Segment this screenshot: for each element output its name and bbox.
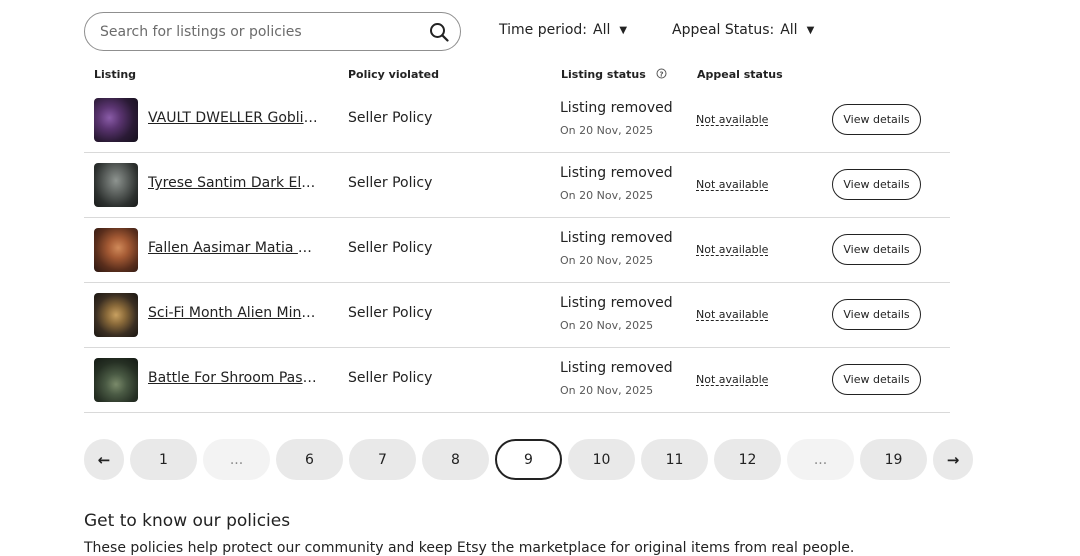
listing-status: Listing removed bbox=[560, 295, 673, 311]
appeal-status: Not available bbox=[696, 308, 769, 321]
appeal-status-filter[interactable]: Appeal Status: All ▼ bbox=[672, 22, 814, 38]
appeal-status: Not available bbox=[696, 243, 769, 256]
search-input[interactable] bbox=[100, 13, 420, 50]
view-details-button[interactable]: View details bbox=[832, 299, 921, 330]
view-details-button[interactable]: View details bbox=[832, 234, 921, 265]
appeal-status: Not available bbox=[696, 113, 769, 126]
table-row: Battle For Shroom Pass ... Seller Policy… bbox=[84, 348, 950, 413]
appeal-status-value: All bbox=[780, 22, 798, 38]
listing-title-link[interactable]: Sci-Fi Month Alien Minia... bbox=[148, 305, 318, 321]
page-button-1[interactable]: 1 bbox=[130, 439, 197, 480]
listing-status: Listing removed bbox=[560, 165, 673, 181]
page-ellipsis: ... bbox=[787, 439, 854, 480]
page-button-12[interactable]: 12 bbox=[714, 439, 781, 480]
status-date: On 20 Nov, 2025 bbox=[560, 319, 654, 332]
policy-violated: Seller Policy bbox=[348, 110, 433, 126]
status-date: On 20 Nov, 2025 bbox=[560, 189, 654, 202]
pagination-prev-button[interactable]: ← bbox=[84, 439, 124, 480]
listing-title-link[interactable]: Fallen Aasimar Matia Ka... bbox=[148, 240, 318, 256]
column-header-policy: Policy violated bbox=[348, 68, 439, 81]
arrow-left-icon: ← bbox=[97, 450, 111, 469]
table-row: Fallen Aasimar Matia Ka... Seller Policy… bbox=[84, 218, 950, 283]
svg-text:?: ? bbox=[659, 70, 663, 78]
listing-thumbnail[interactable] bbox=[94, 293, 138, 337]
table-row: Sci-Fi Month Alien Minia... Seller Polic… bbox=[84, 283, 950, 348]
policies-heading: Get to know our policies bbox=[84, 511, 291, 531]
listing-title-link[interactable]: VAULT DWELLER Goblin ... bbox=[148, 110, 318, 126]
time-period-value: All bbox=[593, 22, 611, 38]
listing-thumbnail[interactable] bbox=[94, 163, 138, 207]
column-header-appeal: Appeal status bbox=[697, 68, 783, 81]
caret-down-icon: ▼ bbox=[806, 24, 815, 36]
table-row: VAULT DWELLER Goblin ... Seller Policy L… bbox=[84, 88, 950, 153]
time-period-label: Time period: bbox=[499, 22, 588, 38]
page-button-8[interactable]: 8 bbox=[422, 439, 489, 480]
page-button-11[interactable]: 11 bbox=[641, 439, 708, 480]
status-date: On 20 Nov, 2025 bbox=[560, 124, 654, 137]
column-header-status: Listing status ? bbox=[561, 68, 667, 81]
status-date: On 20 Nov, 2025 bbox=[560, 254, 654, 267]
search-icon[interactable] bbox=[429, 22, 449, 42]
view-details-button[interactable]: View details bbox=[832, 104, 921, 135]
policy-violated: Seller Policy bbox=[348, 305, 433, 321]
listing-thumbnail[interactable] bbox=[94, 98, 138, 142]
appeal-status: Not available bbox=[696, 178, 769, 191]
policy-violated: Seller Policy bbox=[348, 175, 433, 191]
listing-status: Listing removed bbox=[560, 230, 673, 246]
page-button-current[interactable]: 9 bbox=[495, 439, 562, 480]
caret-down-icon: ▼ bbox=[619, 24, 628, 36]
arrow-right-icon: → bbox=[946, 450, 960, 469]
listing-title-link[interactable]: Tyrese Santim Dark Elf - ... bbox=[148, 175, 318, 191]
status-date: On 20 Nov, 2025 bbox=[560, 384, 654, 397]
search-box[interactable] bbox=[84, 12, 461, 51]
appeal-status-label: Appeal Status: bbox=[672, 22, 775, 38]
time-period-filter[interactable]: Time period: All ▼ bbox=[499, 22, 627, 38]
table-row: Tyrese Santim Dark Elf - ... Seller Poli… bbox=[84, 153, 950, 218]
listing-status: Listing removed bbox=[560, 360, 673, 376]
listing-status: Listing removed bbox=[560, 100, 673, 116]
page-button-10[interactable]: 10 bbox=[568, 439, 635, 480]
listing-thumbnail[interactable] bbox=[94, 358, 138, 402]
policies-description: These policies help protect our communit… bbox=[84, 540, 855, 556]
listing-thumbnail[interactable] bbox=[94, 228, 138, 272]
page-ellipsis: ... bbox=[203, 439, 270, 480]
column-header-listing: Listing bbox=[94, 68, 137, 81]
appeal-status: Not available bbox=[696, 373, 769, 386]
page-button-7[interactable]: 7 bbox=[349, 439, 416, 480]
policy-violated: Seller Policy bbox=[348, 240, 433, 256]
page-button-19[interactable]: 19 bbox=[860, 439, 927, 480]
column-header-status-label: Listing status bbox=[561, 68, 646, 81]
listing-title-link[interactable]: Battle For Shroom Pass ... bbox=[148, 370, 318, 386]
pagination-next-button[interactable]: → bbox=[933, 439, 973, 480]
view-details-button[interactable]: View details bbox=[832, 169, 921, 200]
view-details-button[interactable]: View details bbox=[832, 364, 921, 395]
policy-violated: Seller Policy bbox=[348, 370, 433, 386]
info-icon[interactable]: ? bbox=[656, 68, 667, 79]
page-button-6[interactable]: 6 bbox=[276, 439, 343, 480]
